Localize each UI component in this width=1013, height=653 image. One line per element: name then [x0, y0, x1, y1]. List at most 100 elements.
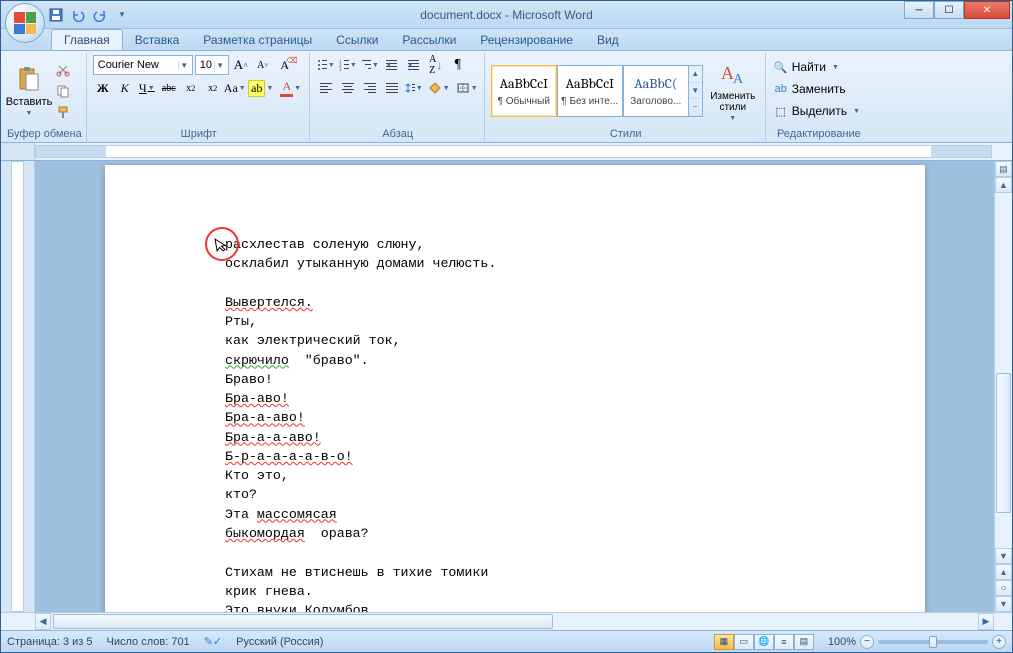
document-area[interactable]: расхлестав соленую слюну,осклабил утыкан… — [35, 161, 994, 612]
font-color-button[interactable]: A▼ — [277, 78, 305, 98]
replace-button[interactable]: abЗаменить — [772, 79, 866, 99]
style-no-spacing[interactable]: AaBbCcI¶ Без инте... — [557, 65, 623, 117]
grow-font-button[interactable]: A˄ — [231, 55, 251, 75]
browse-object-button[interactable]: ○ — [995, 580, 1012, 596]
scroll-track[interactable] — [995, 193, 1012, 548]
bullets-button[interactable]: ▼ — [316, 55, 336, 75]
multilevel-button[interactable]: ▼ — [360, 55, 380, 75]
format-painter-button[interactable] — [53, 102, 73, 122]
status-page[interactable]: Страница: 3 из 5 — [7, 636, 93, 648]
bold-button[interactable]: Ж — [93, 78, 113, 98]
group-editing: 🔍Найти▼ abЗаменить ⬚Выделить▼ Редактиров… — [768, 53, 870, 142]
scroll-right-button[interactable]: ▶ — [978, 613, 994, 630]
qat-save-button[interactable] — [47, 6, 65, 24]
chevron-down-icon: ▼ — [350, 61, 357, 69]
group-paragraph: ▼ 123▼ ▼ AZ↓ ¶ ▼ ▼ ▼ Абз — [312, 53, 485, 142]
align-right-button[interactable] — [360, 78, 380, 98]
font-size-combo[interactable]: 10▼ — [195, 55, 229, 75]
scroll-up-button[interactable]: ▲ — [995, 177, 1012, 193]
highlight-button[interactable]: ab▼ — [247, 78, 275, 98]
tab-home[interactable]: Главная — [51, 29, 123, 50]
cut-button[interactable] — [53, 60, 73, 80]
zoom-knob[interactable] — [929, 636, 937, 648]
tab-view[interactable]: Вид — [585, 30, 631, 50]
office-button[interactable] — [5, 3, 45, 43]
zoom-out-button[interactable]: − — [860, 635, 874, 649]
horizontal-scrollbar[interactable]: ◀ ▶ — [1, 612, 1012, 630]
chevron-down-icon: ▼ — [239, 84, 246, 92]
view-print-layout[interactable]: ▦ — [714, 634, 734, 650]
group-styles: AaBbCcI¶ Обычный AaBbCcI¶ Без инте... Aa… — [487, 53, 766, 142]
close-button[interactable]: ✕ — [964, 1, 1010, 19]
ruler-toggle-button[interactable]: ▤ — [995, 161, 1012, 177]
align-left-button[interactable] — [316, 78, 336, 98]
view-web-layout[interactable]: 🌐 — [754, 634, 774, 650]
clear-format-button[interactable]: A⌫ — [275, 55, 295, 75]
group-label-styles: Стили — [491, 127, 761, 142]
scroll-thumb[interactable] — [996, 373, 1011, 513]
line-spacing-button[interactable]: ▼ — [404, 78, 424, 98]
indent-decrease-button[interactable] — [382, 55, 402, 75]
align-justify-button[interactable] — [382, 78, 402, 98]
italic-button[interactable]: К — [115, 78, 135, 98]
scroll-down-button[interactable]: ▼ — [995, 548, 1012, 564]
chevron-down-icon: ▼ — [294, 84, 301, 92]
tab-review[interactable]: Рецензирование — [468, 30, 585, 50]
shrink-font-button[interactable]: A˅ — [253, 55, 273, 75]
zoom-in-button[interactable]: + — [992, 635, 1006, 649]
view-draft[interactable]: ▤ — [794, 634, 814, 650]
prev-page-button[interactable]: ▴ — [995, 564, 1012, 580]
vertical-ruler[interactable] — [1, 161, 35, 612]
indent-increase-button[interactable] — [404, 55, 424, 75]
group-clipboard: Вставить ▼ Буфер обмена — [3, 53, 87, 142]
qat-undo-button[interactable] — [69, 6, 87, 24]
minimize-button[interactable]: ─ — [904, 1, 934, 19]
qat-redo-button[interactable] — [91, 6, 109, 24]
hscroll-track[interactable] — [51, 613, 978, 630]
superscript-button[interactable]: x2 — [203, 78, 223, 98]
paste-button[interactable]: Вставить ▼ — [7, 55, 51, 127]
qat-customize-button[interactable]: ▼ — [113, 6, 131, 24]
view-outline[interactable]: ≡ — [774, 634, 794, 650]
borders-button[interactable]: ▼ — [454, 78, 480, 98]
tab-references[interactable]: Ссылки — [324, 30, 390, 50]
status-proofing-icon[interactable]: ✎✓ — [204, 635, 222, 648]
vertical-scrollbar[interactable]: ▤ ▲ ▼ ▴ ○ ▾ — [994, 161, 1012, 612]
zoom-level[interactable]: 100% — [828, 636, 856, 648]
show-marks-button[interactable]: ¶ — [448, 55, 468, 75]
hscroll-thumb[interactable] — [53, 614, 553, 629]
style-normal[interactable]: AaBbCcI¶ Обычный — [491, 65, 557, 117]
zoom-slider[interactable] — [878, 640, 988, 644]
styles-gallery-more[interactable]: ▲▼⎯ — [689, 65, 703, 117]
select-button[interactable]: ⬚Выделить▼ — [772, 101, 866, 121]
underline-button[interactable]: Ч▼ — [137, 78, 157, 98]
find-button[interactable]: 🔍Найти▼ — [772, 57, 866, 77]
scroll-left-button[interactable]: ◀ — [35, 613, 51, 630]
view-buttons: ▦ ▭ 🌐 ≡ ▤ — [714, 634, 814, 650]
change-styles-icon: AA — [719, 61, 747, 89]
strike-button[interactable]: abc — [159, 78, 179, 98]
sort-button[interactable]: AZ↓ — [426, 55, 446, 75]
font-name-combo[interactable]: Courier New▼ — [93, 55, 193, 75]
status-words[interactable]: Число слов: 701 — [107, 636, 190, 648]
shading-button[interactable]: ▼ — [426, 78, 452, 98]
next-page-button[interactable]: ▾ — [995, 596, 1012, 612]
chevron-down-icon: ▼ — [853, 108, 860, 115]
align-center-button[interactable] — [338, 78, 358, 98]
status-language[interactable]: Русский (Россия) — [236, 636, 323, 648]
style-heading1[interactable]: AaBbC(Заголово... — [623, 65, 689, 117]
subscript-button[interactable]: x2 — [181, 78, 201, 98]
ribbon-tabs: Главная Вставка Разметка страницы Ссылки… — [1, 29, 1012, 51]
document-text[interactable]: расхлестав соленую слюну,осклабил утыкан… — [225, 235, 865, 612]
copy-button[interactable] — [53, 81, 73, 101]
horizontal-ruler[interactable] — [1, 143, 1012, 161]
change-case-button[interactable]: Aa▼ — [225, 78, 245, 98]
view-full-screen[interactable]: ▭ — [734, 634, 754, 650]
numbering-button[interactable]: 123▼ — [338, 55, 358, 75]
maximize-button[interactable]: ☐ — [934, 1, 964, 19]
page[interactable]: расхлестав соленую слюну,осклабил утыкан… — [105, 165, 925, 612]
tab-insert[interactable]: Вставка — [123, 30, 192, 50]
change-styles-button[interactable]: AA Изменить стили ▼ — [705, 55, 761, 127]
tab-mailings[interactable]: Рассылки — [390, 30, 468, 50]
tab-layout[interactable]: Разметка страницы — [191, 30, 324, 50]
